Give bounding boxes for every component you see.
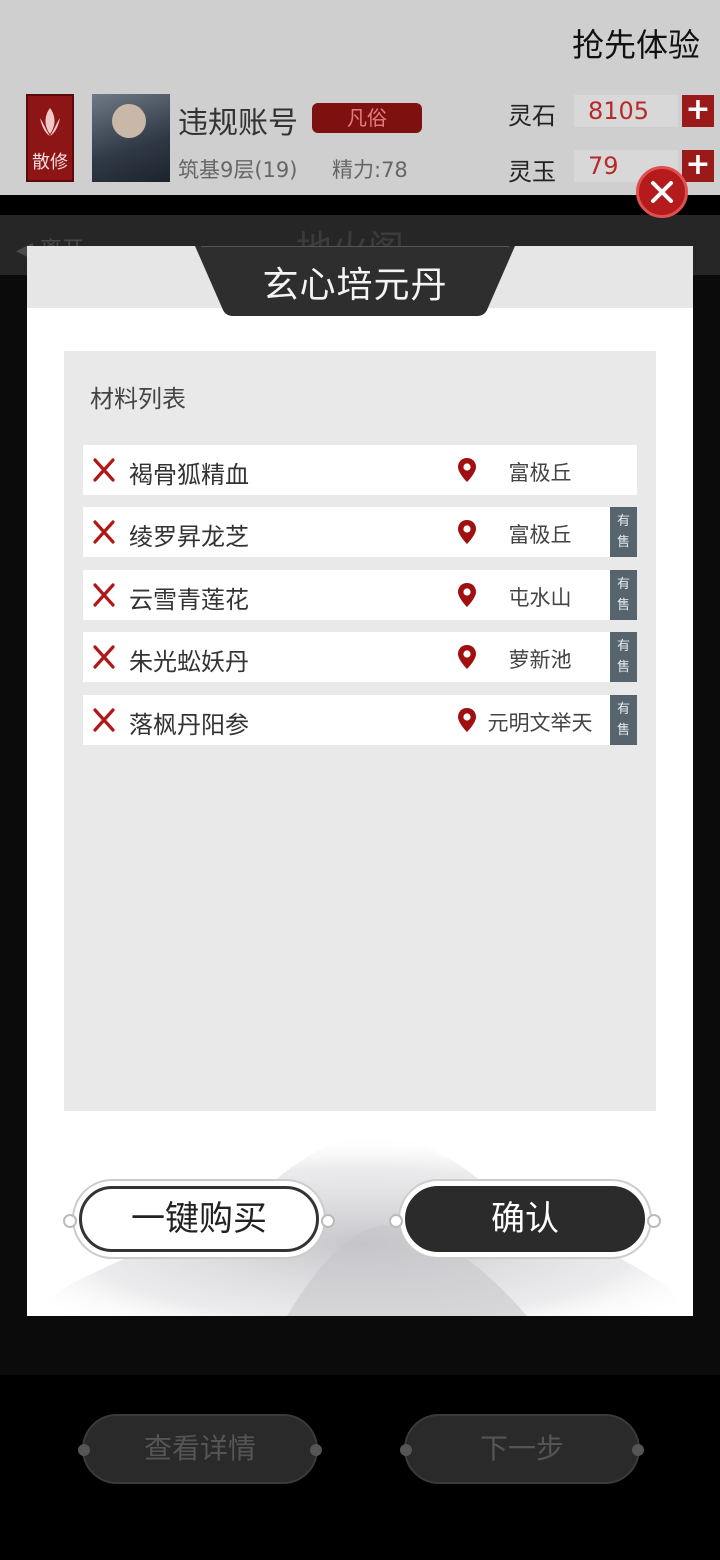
- material-name: 云雪青莲花: [129, 586, 249, 614]
- material-name: 落枫丹阳参: [129, 711, 249, 739]
- view-details-button[interactable]: 查看详情: [78, 1414, 322, 1484]
- energy-value: 精力:78: [332, 158, 408, 182]
- material-row[interactable]: 褐骨狐精血 富极丘: [83, 445, 637, 495]
- missing-x-icon: [93, 458, 115, 482]
- material-location[interactable]: 富极丘: [479, 457, 601, 487]
- close-icon: [651, 181, 673, 203]
- on-sale-badge[interactable]: 有售: [610, 507, 637, 557]
- buy-all-button[interactable]: 一键购买: [63, 1186, 335, 1252]
- dialog-title: 玄心培元丹: [262, 265, 448, 306]
- material-row[interactable]: 云雪青莲花 屯水山 有售: [83, 570, 637, 620]
- material-row[interactable]: 落枫丹阳参 元明文举天 有售: [83, 695, 637, 745]
- faction-badge: 散修: [26, 94, 74, 182]
- buy-all-label: 一键购买: [131, 1199, 267, 1239]
- material-list-panel: 材料列表 褐骨狐精血 富极丘 绫罗昇龙芝 富极丘 有售 云雪青莲花 屯水山 有售: [64, 351, 656, 1111]
- missing-x-icon: [93, 583, 115, 607]
- avatar[interactable]: [92, 94, 170, 182]
- close-button[interactable]: [636, 166, 688, 218]
- faction-label: 散修: [32, 152, 68, 173]
- add-spirit-jade-button[interactable]: +: [682, 150, 714, 182]
- material-list-label: 材料列表: [90, 385, 186, 413]
- add-spirit-stone-button[interactable]: +: [682, 95, 714, 127]
- button-knob: [647, 1214, 661, 1228]
- location-pin-icon[interactable]: [457, 457, 477, 483]
- missing-x-icon: [93, 520, 115, 544]
- cultivation-realm: 筑基9层(19): [178, 158, 298, 182]
- early-access-label[interactable]: 抢先体验: [572, 20, 700, 66]
- rank-badge: 凡俗: [312, 103, 422, 133]
- location-pin-icon[interactable]: [457, 644, 477, 670]
- material-dialog: 玄心培元丹 材料列表 褐骨狐精血 富极丘 绫罗昇龙芝 富极丘 有售 云雪青莲花 …: [27, 246, 693, 1316]
- button-knob: [63, 1214, 77, 1228]
- confirm-label: 确认: [491, 1199, 559, 1239]
- material-name: 绫罗昇龙芝: [129, 523, 249, 551]
- location-pin-icon[interactable]: [457, 582, 477, 608]
- material-location[interactable]: 元明文举天: [479, 707, 601, 737]
- button-knob: [389, 1214, 403, 1228]
- material-location[interactable]: 富极丘: [479, 519, 601, 549]
- lotus-icon: [40, 108, 60, 136]
- user-name: 违规账号: [178, 106, 298, 141]
- spirit-stone-value: 8105: [574, 95, 678, 127]
- player-header: 抢先体验 散修 违规账号 凡俗 筑基9层(19) 精力:78 灵石 8105 +…: [0, 0, 720, 195]
- next-step-button[interactable]: 下一步: [400, 1414, 644, 1484]
- location-pin-icon[interactable]: [457, 519, 477, 545]
- spirit-jade-label: 灵玉: [508, 158, 556, 186]
- material-row[interactable]: 绫罗昇龙芝 富极丘 有售: [83, 507, 637, 557]
- on-sale-badge[interactable]: 有售: [610, 632, 637, 682]
- material-name: 朱光蚣妖丹: [129, 648, 249, 676]
- on-sale-badge[interactable]: 有售: [610, 695, 637, 745]
- material-row[interactable]: 朱光蚣妖丹 萝新池 有售: [83, 632, 637, 682]
- material-location[interactable]: 屯水山: [479, 582, 601, 612]
- missing-x-icon: [93, 708, 115, 732]
- confirm-button[interactable]: 确认: [389, 1186, 661, 1252]
- location-pin-icon[interactable]: [457, 707, 477, 733]
- on-sale-badge[interactable]: 有售: [610, 570, 637, 620]
- material-location[interactable]: 萝新池: [479, 644, 601, 674]
- material-name: 褐骨狐精血: [129, 461, 249, 489]
- spirit-stone-label: 灵石: [508, 102, 556, 130]
- button-knob: [321, 1214, 335, 1228]
- missing-x-icon: [93, 645, 115, 669]
